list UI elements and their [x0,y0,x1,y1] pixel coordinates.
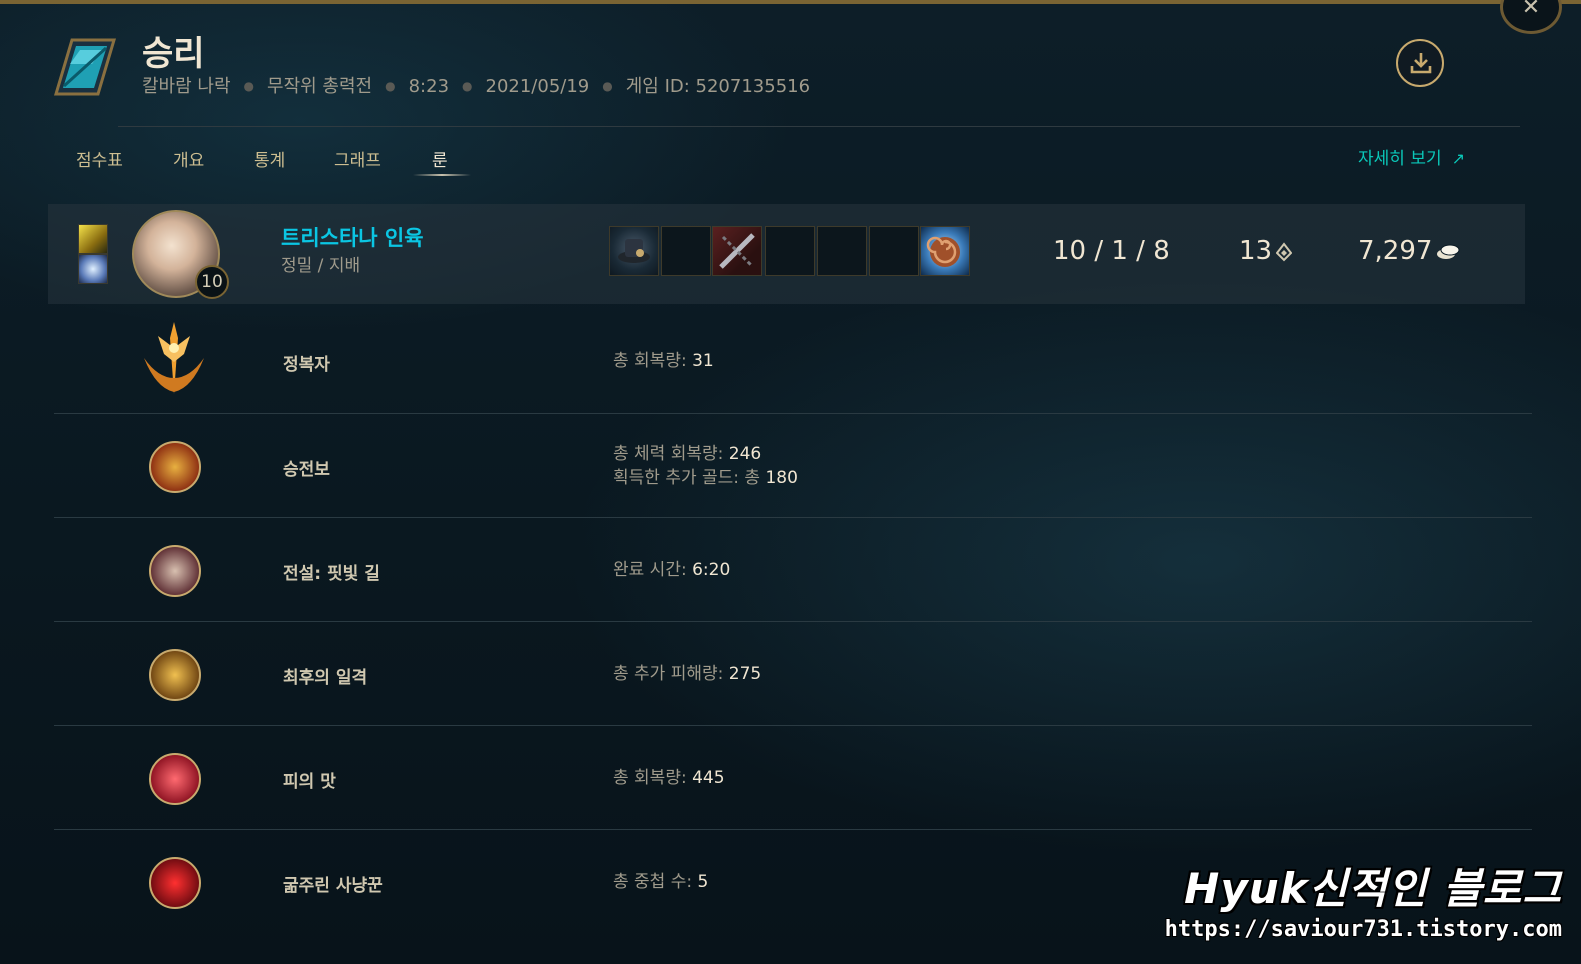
stat-label: 획득한 추가 골드: 총 [613,468,766,488]
item-slot-4-empty[interactable] [765,226,815,276]
top-border [0,0,1581,4]
rune-paths: 정밀 / 지배 [281,256,361,276]
rune-stat: 총 회복량: 445 [613,766,725,790]
stat-label: 완료 시간: [613,560,693,580]
tab-scoreboard[interactable]: 점수표 [76,146,123,171]
close-icon: ✕ [1521,0,1541,20]
watermark-url: https://saviour731.tistory.com [1164,917,1562,942]
map-name: 칼바람 나락 [142,76,231,97]
item-slot-1-hat-icon[interactable] [609,226,659,276]
active-tab-indicator [413,174,471,176]
match-meta: 칼바람 나락 ● 무작위 총력전 ● 8:23 ● 2021/05/19 ● 게임 ID: 52… [142,72,810,98]
rune-stat: 총 추가 피해량: 275 [613,662,761,686]
triumph-icon [149,441,201,493]
separator-dot-icon: ● [243,79,255,93]
coup-de-grace-icon [149,649,201,701]
flash-spell-icon [78,224,108,254]
separator-dot-icon: ● [385,79,396,93]
tab-overview[interactable]: 개요 [173,146,204,171]
stat-value: 5 [697,872,709,892]
separator-dot-icon: ● [462,79,473,93]
rune-row: 피의 맛 총 회복량: 445 [54,726,1532,830]
gold-earned: 7,297 [1358,236,1460,266]
download-button[interactable] [1396,39,1444,87]
gold-coins-icon [1437,244,1460,259]
watermark: Hyuk신적인 블로그 https://saviour731.tistory.c… [1165,855,1562,955]
stat-value: 246 [728,444,762,464]
rune-row: 최후의 일격 총 추가 피해량: 275 [54,622,1532,726]
minion-icon [1276,241,1293,261]
match-result-title: 승리 [142,34,205,74]
game-duration: 8:23 [408,76,450,97]
item-slot-3-chain-weapon-icon[interactable] [712,226,762,276]
player-name[interactable]: 트리스타나 인육 [281,222,424,252]
rune-name: 피의 맛 [283,772,336,792]
minion-count: 13 [1239,236,1273,266]
header-divider [118,126,1520,127]
stat-label: 총 회복량: [613,351,693,371]
rune-row: 승전보 총 체력 회복량: 246 획득한 추가 골드: 총 180 [54,414,1532,518]
rune-stat: 획득한 추가 골드: 총 180 [613,466,798,490]
item-slot-2-empty[interactable] [661,226,711,276]
game-id: 게임 ID: 5207135516 [625,76,811,97]
stat-label: 총 추가 피해량: [613,664,729,684]
stat-label: 총 체력 회복량: [613,444,729,464]
watermark-title: Hyuk신적인 블로그 [1184,864,1562,913]
item-slot-6-empty[interactable] [869,226,919,276]
stat-value: 31 [692,351,714,371]
kda-score: 10 / 1 / 8 [1053,236,1170,266]
separator-dot-icon: ● [602,79,613,93]
minion-score: 13 [1239,236,1293,266]
champion-level-badge: 10 [195,265,229,299]
item-slot-5-empty[interactable] [817,226,867,276]
stat-label: 총 중첩 수: [613,872,698,892]
ravenous-hunter-icon [149,857,201,909]
item-slot-7-cinnamon-roll-icon[interactable] [920,226,970,276]
download-icon [1410,53,1432,74]
victory-emblem-icon [53,38,117,96]
tab-runes[interactable]: 룬 [432,146,448,171]
mark-spell-icon [78,254,108,284]
external-link-icon: ↗ [1451,149,1466,168]
stat-value: 445 [692,768,725,788]
queue-type: 무작위 총력전 [267,76,373,97]
rune-name: 정복자 [283,355,330,375]
view-details-link[interactable]: 자세히 보기 ↗ [1358,144,1465,169]
rune-name: 전설: 핏빛 길 [283,564,380,584]
stat-value: 6:20 [692,560,731,580]
rune-stat: 완료 시간: 6:20 [613,558,730,582]
stat-value: 275 [728,664,762,684]
stat-value: 180 [765,468,798,488]
game-date: 2021/05/19 [485,76,590,97]
rune-name: 굶주린 사냥꾼 [283,876,383,896]
stat-label: 총 회복량: [613,768,693,788]
rune-stat: 총 회복량: 31 [613,349,714,373]
gold-amount: 7,297 [1358,236,1433,266]
rune-name: 최후의 일격 [283,668,368,688]
taste-of-blood-icon [149,753,201,805]
rune-stat: 총 중첩 수: 5 [613,870,708,894]
tab-stats[interactable]: 통계 [254,146,285,171]
legend-bloodline-icon [149,545,201,597]
rune-stat: 총 체력 회복량: 246 [613,442,761,466]
tab-graph[interactable]: 그래프 [334,146,381,171]
rune-row: 전설: 핏빛 길 완료 시간: 6:20 [54,518,1532,622]
view-details-label: 자세히 보기 [1358,149,1442,169]
rune-name: 승전보 [283,460,330,480]
rune-row: 정복자 총 회복량: 31 [54,310,1532,414]
